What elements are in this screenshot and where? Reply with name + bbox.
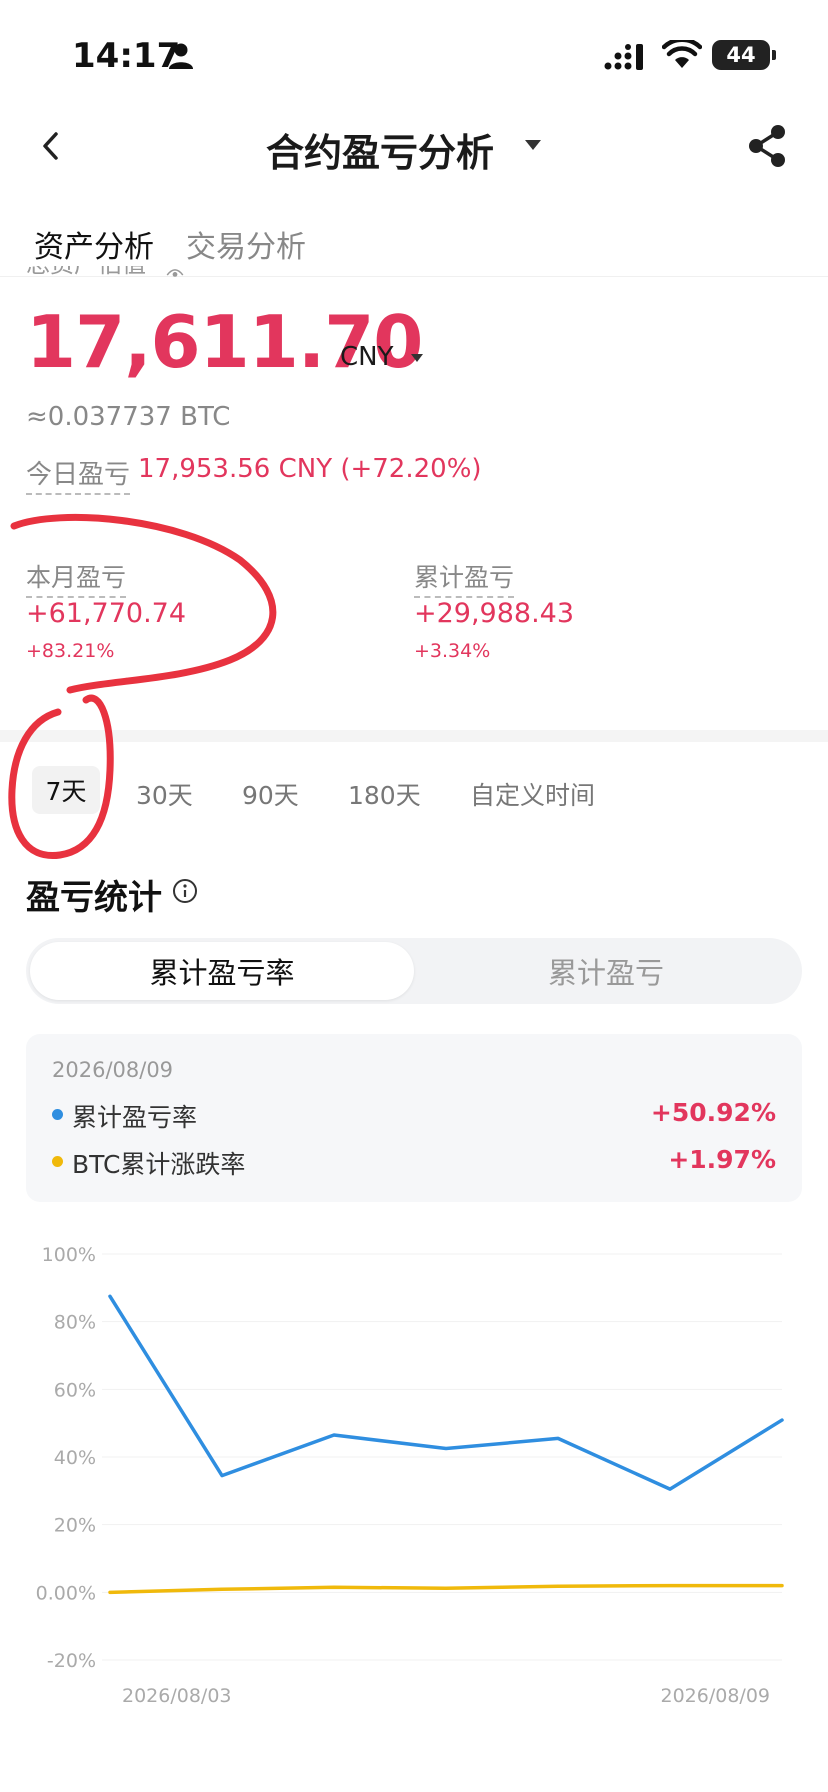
x-tick-label: 2026/08/03 <box>122 1685 232 1707</box>
total-pnl-label[interactable]: 累计盈亏 <box>414 558 515 598</box>
tooltip-row-value: +50.92% <box>650 1098 776 1127</box>
today-pnl-label[interactable]: 今日盈亏 <box>26 454 131 495</box>
tooltip-row-value: +1.97% <box>668 1145 776 1174</box>
red-handdrawn-annotation <box>8 513 277 860</box>
segment-cumulative-pnl[interactable]: 累计盈亏 <box>414 942 798 1000</box>
tooltip-row-label: 累计盈亏率 <box>72 1103 198 1132</box>
y-tick-label: 60% <box>54 1379 96 1401</box>
eye-icon[interactable] <box>160 266 190 284</box>
range-180d[interactable]: 180天 <box>348 776 421 812</box>
pnl-line-chart[interactable]: 100% 80% 60% 40% 20% 0.00% -20% 2026/08/03 2026/… <box>0 1220 828 1740</box>
cellular-signal-icon <box>604 44 643 70</box>
series-line-btc-change <box>108 1583 784 1595</box>
series-line-cumulative-rate <box>108 1294 784 1491</box>
info-icon[interactable] <box>172 878 198 904</box>
segment-cumulative-rate[interactable]: 累计盈亏率 <box>30 942 414 1000</box>
page-title[interactable]: 合约盈亏分析 <box>250 122 510 177</box>
y-tick-label: 100% <box>42 1244 96 1266</box>
currency-unit[interactable]: CNY <box>340 342 394 372</box>
person-icon <box>169 43 193 69</box>
back-arrow-icon[interactable] <box>36 128 66 164</box>
total-asset-label-text: 总资产估值 <box>26 266 146 278</box>
status-time: 14:17 <box>72 36 181 76</box>
range-custom[interactable]: 自定义时间 <box>470 776 595 812</box>
battery-indicator: 44 <box>712 40 770 70</box>
total-pnl-percent: +3.34% <box>414 640 491 662</box>
y-tick-label: 40% <box>54 1447 96 1469</box>
currency-dropdown-caret-icon[interactable] <box>410 352 424 364</box>
y-tick-label: -20% <box>47 1650 96 1672</box>
battery-cap <box>772 50 776 60</box>
tooltip-row-label: BTC累计涨跌率 <box>72 1150 246 1179</box>
x-tick-label: 2026/08/09 <box>660 1685 770 1707</box>
tab-trade-analysis[interactable]: 交易分析 <box>186 222 306 266</box>
wifi-icon <box>662 40 702 68</box>
y-tick-label: 80% <box>54 1312 96 1334</box>
title-dropdown-caret-icon[interactable] <box>524 138 542 152</box>
share-icon[interactable] <box>746 124 788 168</box>
today-pnl-value: 17,953.56 CNY (+72.20%) <box>138 454 482 484</box>
total-asset-label: 总资产估值 <box>26 266 146 286</box>
tab-asset-analysis[interactable]: 资产分析 <box>34 222 154 266</box>
series-yellow-dot <box>52 1156 63 1167</box>
series-blue-dot <box>52 1109 63 1120</box>
total-pnl-value: +29,988.43 <box>414 598 575 629</box>
btc-equivalent: ≈0.037737 BTC <box>26 402 231 432</box>
y-tick-label: 20% <box>54 1515 96 1537</box>
y-tick-label: 0.00% <box>36 1582 96 1604</box>
tooltip-date: 2026/08/09 <box>52 1058 174 1082</box>
